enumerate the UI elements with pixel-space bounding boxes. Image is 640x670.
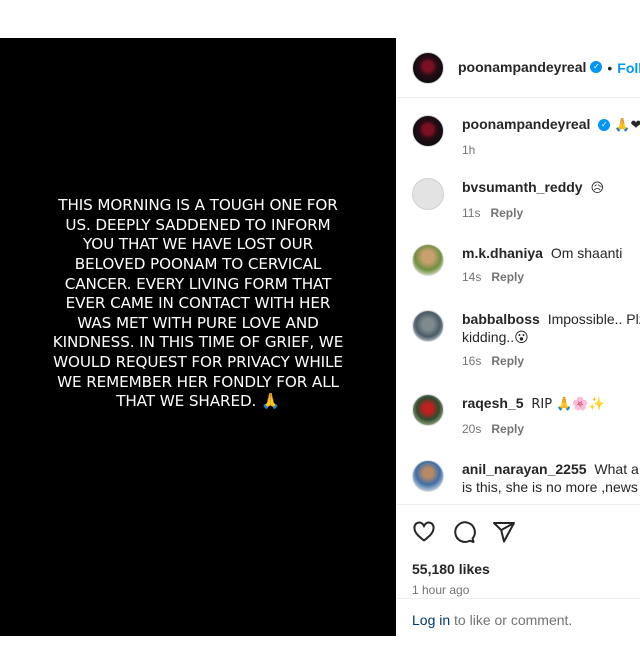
list-item: bvsumanth_reddy 😥 11s Reply [412,178,604,220]
like-count[interactable]: 55,180 likes [412,561,624,577]
list-item: raqesh_5 RIP 🙏🌸✨ 20s Reply [412,394,605,436]
comment-avatar[interactable] [412,244,444,276]
comment-text: 😥 [590,181,605,196]
follow-button[interactable]: Foll [617,60,640,76]
story-announcement-text: This morning is a tough one for us. Deep… [52,196,344,411]
author-avatar[interactable] [412,51,444,84]
caption-time: 1h [462,143,476,157]
caption-text: 🙏❤ [614,118,640,133]
comment-text: Impossible.. Plz c [547,311,640,327]
comment-username[interactable]: babbalboss [462,311,540,327]
verified-badge-icon: ✓ [590,61,603,74]
verified-badge-icon: ✓ [598,119,611,132]
comment-username[interactable]: anil_narayan_2255 [462,461,587,477]
comment-text: Om shaanti [550,245,623,261]
comment-time: 16s [462,354,482,368]
login-link[interactable]: Log in [412,612,450,628]
comment-avatar[interactable] [412,394,444,426]
caption: poonampandeyreal ✓ 🙏❤ 1h [412,115,640,157]
comments-list[interactable]: poonampandeyreal ✓ 🙏❤ 1h bvsumanth_reddy … [396,99,640,503]
separator-dot: • [607,59,613,76]
list-item: m.k.dhaniya Om shaanti 14s Reply [412,244,622,284]
post-image: This morning is a tough one for us. Deep… [0,38,396,636]
comment-text: What a co [594,461,640,477]
heart-icon[interactable] [412,520,436,544]
comment-text: RIP 🙏🌸✨ [531,397,605,412]
author-username[interactable]: poonampandeyreal ✓ [458,59,603,77]
caption-author-avatar[interactable] [412,115,444,147]
comment-time: 20s [462,422,482,436]
reply-button[interactable]: Reply [490,206,523,220]
comment-username[interactable]: bvsumanth_reddy [462,179,583,195]
comment-time: 14s [462,270,482,284]
login-prompt-text: to like or comment. [450,612,573,628]
login-prompt: Log in to like or comment. [396,598,640,636]
comment-text-continued: is this, she is no more ,news i [462,479,640,495]
caption-username[interactable]: poonampandeyreal [462,116,590,132]
comment-username[interactable]: m.k.dhaniya [462,245,543,261]
comment-avatar[interactable] [412,460,444,492]
comment-time: 11s [462,206,481,220]
list-item: anil_narayan_2255 What a co is this, she… [412,460,640,496]
comment-avatar[interactable] [412,310,444,342]
comment-text-continued: kidding..😮 [462,329,529,345]
post-header: poonampandeyreal ✓ • Foll [396,38,640,98]
reply-button[interactable]: Reply [491,422,524,436]
share-icon[interactable] [492,520,516,544]
list-item: babbalboss Impossible.. Plz c kidding..😮… [412,310,640,368]
comment-avatar[interactable] [412,178,444,210]
post-time: 1 hour ago [412,583,470,597]
post-sidebar: poonampandeyreal ✓ • Foll poonampandeyrea… [396,38,640,636]
reply-button[interactable]: Reply [491,270,524,284]
reply-button[interactable]: Reply [491,354,524,368]
comment-icon[interactable] [452,520,476,544]
comment-username[interactable]: raqesh_5 [462,395,523,411]
